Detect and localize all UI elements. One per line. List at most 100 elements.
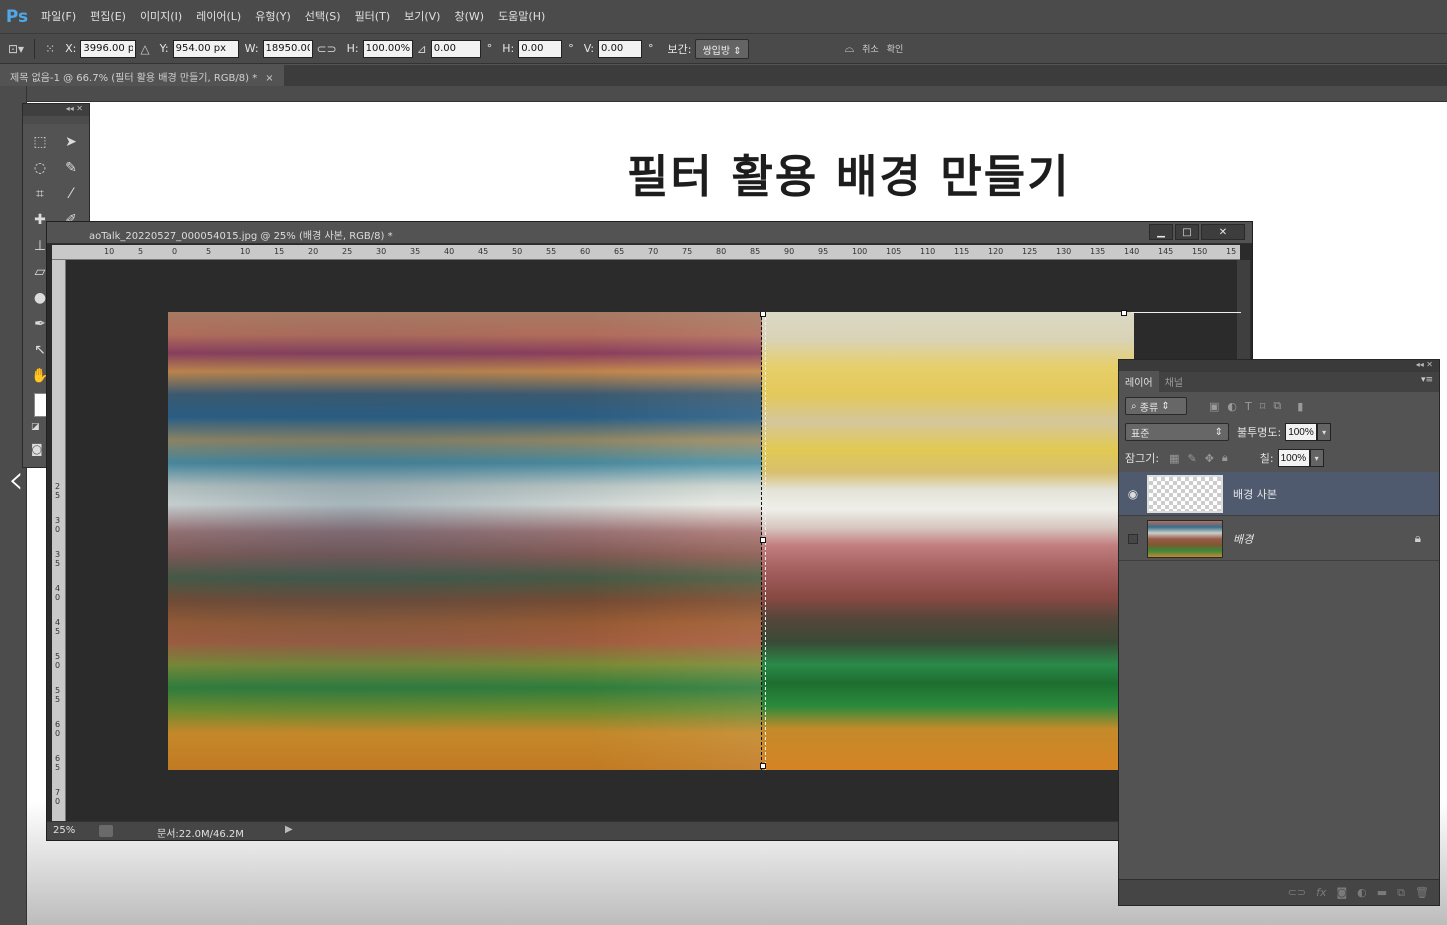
degree-symbol: ° xyxy=(486,42,493,55)
ruler-tick-label: 90 xyxy=(784,247,795,256)
angle-input[interactable] xyxy=(430,39,481,58)
chevron-left-icon[interactable]: ‹ xyxy=(8,460,24,500)
lock-position-icon[interactable]: ✥ xyxy=(1205,452,1214,465)
transform-handle[interactable] xyxy=(760,537,766,543)
panel-collapse-icon[interactable]: ◂◂ ✕ xyxy=(1416,360,1433,369)
hskew-input[interactable] xyxy=(518,39,563,58)
layer-filter-row: ⌕ 종류 ⇕ ▣ ◐ T ⌑ ⧉ ▮ xyxy=(1119,394,1439,418)
menu-view[interactable]: 보기(V) xyxy=(397,0,447,34)
ruler-tick-label: 35 xyxy=(410,247,421,256)
link-layers-icon[interactable]: ⊂⊃ xyxy=(1288,886,1306,899)
crop-tool-icon[interactable]: ⌗ xyxy=(26,182,54,206)
fill-input[interactable] xyxy=(1277,449,1310,467)
opacity-input[interactable] xyxy=(1285,423,1318,441)
filter-adjust-icon[interactable]: ◐ xyxy=(1227,400,1237,413)
ruler-tick-label: 75 xyxy=(682,247,693,256)
menu-image[interactable]: 이미지(I) xyxy=(133,0,189,34)
filter-type-icon[interactable]: T xyxy=(1245,400,1252,413)
play-icon[interactable]: ▶ xyxy=(285,824,293,835)
interpolation-label: 보간: xyxy=(667,42,692,56)
menu-help[interactable]: 도움말(H) xyxy=(491,0,552,34)
maximize-button[interactable]: □ xyxy=(1175,224,1199,240)
warp-icon[interactable]: ⌓ xyxy=(845,41,855,56)
adjustment-layer-icon[interactable]: ◐ xyxy=(1357,886,1367,899)
fx-icon[interactable]: fx xyxy=(1316,886,1326,899)
cancel-transform-button[interactable]: 취소 xyxy=(862,42,879,55)
ruler-tick-label: 110 xyxy=(920,247,936,256)
transform-handle[interactable] xyxy=(760,312,766,317)
new-group-icon[interactable]: ▬ xyxy=(1377,886,1387,899)
ruler-tick-label: 135 xyxy=(1090,247,1106,256)
document-tab[interactable]: 제목 없음-1 @ 66.7% (필터 활용 배경 만들기, RGB/8) * × xyxy=(0,65,284,86)
panel-menu-icon[interactable]: ▾≡ xyxy=(1421,375,1433,385)
delta-icon[interactable]: △ xyxy=(140,42,149,56)
interpolation-value: 쌍입방 xyxy=(702,45,731,57)
visibility-eye-icon[interactable]: ◉ xyxy=(1119,487,1147,501)
lock-all-icon[interactable]: 🔒︎ xyxy=(1222,451,1228,465)
tab-close-icon[interactable]: × xyxy=(265,73,273,84)
eyedropper-tool-icon[interactable]: ⁄ xyxy=(57,182,85,206)
menu-file[interactable]: 파일(F) xyxy=(34,0,83,34)
close-button[interactable]: ✕ xyxy=(1201,224,1245,240)
layer-row-background-copy[interactable]: ◉ 배경 사본 xyxy=(1119,472,1439,516)
ruler-tick-label: 5 xyxy=(138,247,144,256)
quick-select-tool-icon[interactable]: ✎ xyxy=(57,156,85,180)
filter-toggle-icon[interactable]: ▮ xyxy=(1297,400,1303,413)
zoom-level[interactable]: 25% xyxy=(53,825,75,836)
degree-symbol: ° xyxy=(568,42,574,55)
tools-panel-header[interactable]: ◂◂ ✕ xyxy=(23,104,89,116)
commit-transform-button[interactable]: 확인 xyxy=(887,42,904,55)
transform-tool-icon[interactable]: ⊡▾ xyxy=(8,42,24,56)
y-input[interactable] xyxy=(172,39,239,58)
move-tool-icon[interactable]: ➤ xyxy=(57,130,85,154)
new-layer-icon[interactable]: ⧉ xyxy=(1397,886,1405,900)
layer-filter-select[interactable]: ⌕ 종류 ⇕ xyxy=(1125,397,1187,415)
panel-collapse-icon[interactable]: ◂◂ ✕ xyxy=(66,104,83,113)
menu-filter[interactable]: 필터(T) xyxy=(348,0,398,34)
visibility-toggle[interactable] xyxy=(1119,533,1147,544)
transform-handle[interactable] xyxy=(1121,310,1127,316)
tab-channels[interactable]: 채널 xyxy=(1159,371,1189,392)
menu-layer[interactable]: 레이어(L) xyxy=(189,0,248,34)
filter-pixel-icon[interactable]: ▣ xyxy=(1209,400,1219,413)
x-input[interactable] xyxy=(80,39,137,58)
lock-pixels-icon[interactable]: ✎ xyxy=(1187,452,1196,465)
w-input[interactable] xyxy=(262,39,313,58)
ruler-tick-label: 50 xyxy=(512,247,523,256)
ruler-tick-label: 105 xyxy=(886,247,902,256)
reference-point-icon[interactable]: ⁙ xyxy=(45,42,55,56)
transform-handle[interactable] xyxy=(760,763,766,769)
fill-dropdown-icon[interactable]: ▾ xyxy=(1309,449,1324,467)
tab-layers[interactable]: 레이어 xyxy=(1119,371,1159,392)
tools-grip[interactable] xyxy=(23,116,89,124)
document-window-titlebar[interactable]: aoTalk_20220527_000054015.jpg @ 25% (배경 … xyxy=(47,222,1252,244)
filter-shape-icon[interactable]: ⌑ xyxy=(1260,400,1266,413)
menu-type[interactable]: 유형(Y) xyxy=(248,0,298,34)
menu-window[interactable]: 창(W) xyxy=(447,0,491,34)
trash-icon[interactable]: 🗑︎ xyxy=(1415,886,1429,899)
quick-mask-icon[interactable]: ◙ xyxy=(31,442,43,456)
h-input[interactable] xyxy=(362,39,413,58)
blend-mode-select[interactable]: 표준 ⇕ xyxy=(1125,423,1229,441)
stretched-layer-region xyxy=(762,312,1134,770)
minimize-button[interactable]: ▁ xyxy=(1149,224,1173,240)
lasso-tool-icon[interactable]: ◌ xyxy=(26,156,54,180)
link-icon[interactable]: ⊂⊃ xyxy=(317,42,337,56)
marquee-tool-icon[interactable]: ⬚ xyxy=(26,130,54,154)
default-colors-icon[interactable]: ◪ xyxy=(31,422,40,432)
add-mask-icon[interactable]: ◙ xyxy=(1336,886,1347,899)
interpolation-select[interactable]: 쌍입방 ⇕ xyxy=(695,38,749,59)
layer-thumbnail xyxy=(1147,474,1223,513)
image-canvas[interactable] xyxy=(168,312,1134,770)
ruler-left: 2 5 3 0 3 5 4 0 4 5 5 0 5 5 6 0 6 5 7 0 xyxy=(52,260,66,822)
menu-edit[interactable]: 편집(E) xyxy=(83,0,133,34)
lock-label: 잠그기: xyxy=(1125,452,1160,465)
layer-row-background[interactable]: 배경 🔒︎ xyxy=(1119,517,1439,561)
vskew-input[interactable] xyxy=(598,39,643,58)
ruler-tick-label: 45 xyxy=(478,247,489,256)
menu-select[interactable]: 선택(S) xyxy=(298,0,348,34)
opacity-dropdown-icon[interactable]: ▾ xyxy=(1317,423,1332,441)
status-info-icon[interactable] xyxy=(99,825,113,837)
filter-smart-icon[interactable]: ⧉ xyxy=(1273,399,1281,413)
lock-transparent-icon[interactable]: ▦ xyxy=(1169,452,1179,465)
